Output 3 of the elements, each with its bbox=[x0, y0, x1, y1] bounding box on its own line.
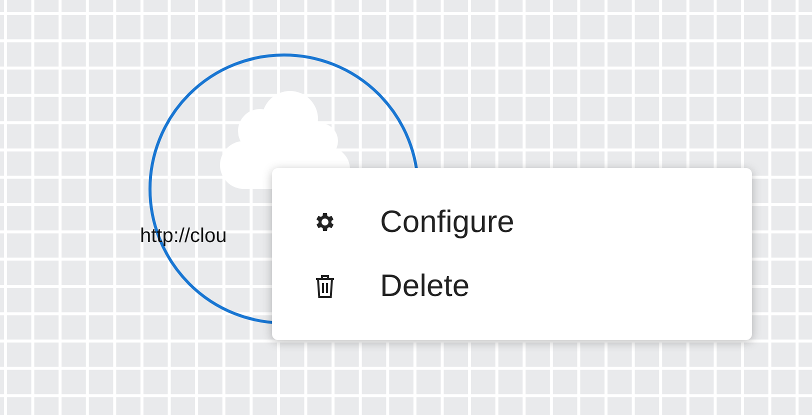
menu-item[interactable]: Configure bbox=[272, 197, 752, 247]
trash-icon bbox=[313, 273, 337, 299]
menu-item[interactable]: Delete bbox=[272, 261, 752, 311]
